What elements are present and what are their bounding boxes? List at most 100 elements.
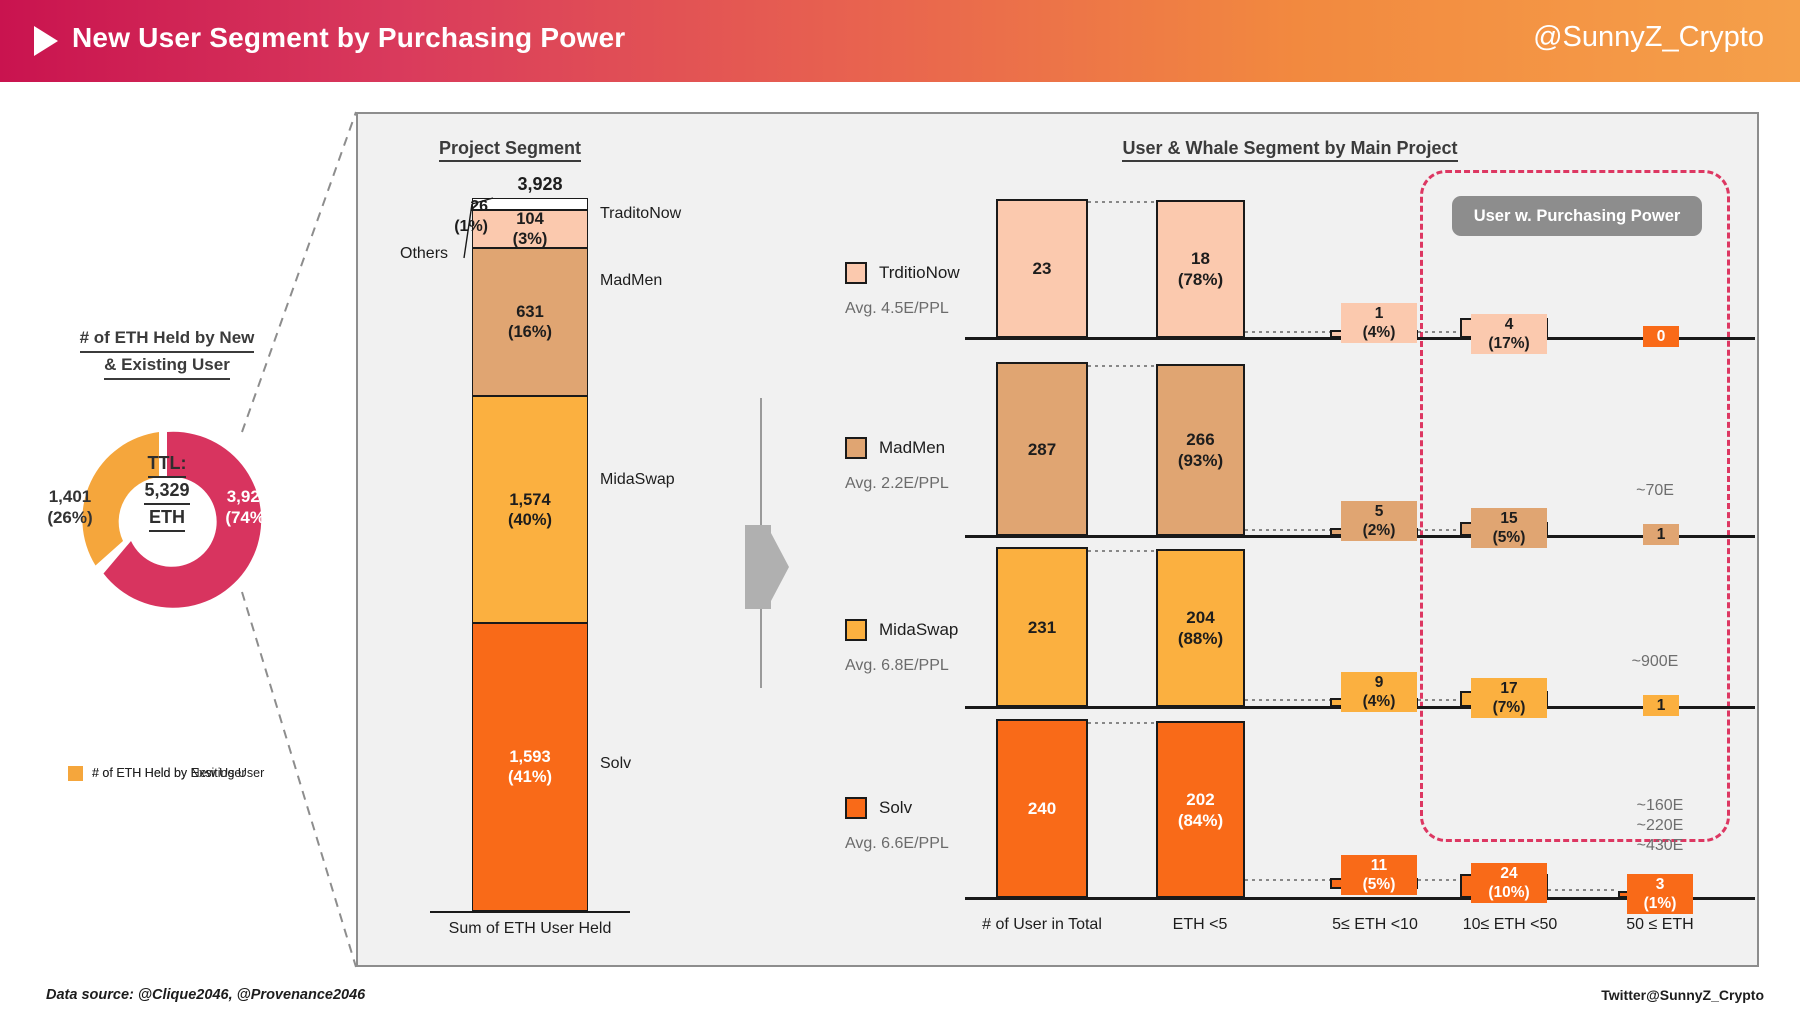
x-axis-label-4: 50 ≤ ETH (1626, 916, 1694, 933)
row-legend-midaswap: MidaSwap (845, 619, 958, 641)
bar-value-solv-eth-lt5: 202 (1186, 789, 1215, 809)
chip-midaswap-eth-gte50: 1 (1643, 695, 1679, 716)
stack-midaswap-value: 1,574 (509, 490, 551, 509)
row-avg-madmen: Avg. 2.2E/PPL (845, 475, 949, 492)
chip-solv-eth-gte50: 3 (1%) (1627, 874, 1693, 914)
stack-name-madmen: MadMen (600, 272, 663, 289)
page-title: New User Segment by Purchasing Power (72, 22, 626, 53)
donut-center-ttl: TTL: (147, 451, 187, 478)
stack-axis-label: Sum of ETH User Held (448, 920, 612, 937)
row-legend-trditionow: TrditioNow (845, 262, 960, 284)
bar-pct-midaswap-eth-lt5: (88%) (1177, 629, 1224, 648)
stack-traditonow-value: 104 (516, 210, 544, 228)
donut-title-line1: # of ETH Held by New (79, 326, 255, 353)
x-axis-label-1: ETH <5 (1172, 916, 1228, 933)
annotation-madmen-0: ~70E (1636, 482, 1674, 499)
legend-label-existing-user: # of ETH Held by Exsiting User (92, 765, 265, 780)
bar-pct-solv-eth-lt5: (84%) (1177, 810, 1224, 830)
bar-solv-total: 240 (996, 719, 1088, 898)
x-axis-label-0: # of User in Total (982, 916, 1102, 933)
stack-traditonow-pct: (3%) (512, 230, 548, 248)
stack-segment-solv: 1,593 (41%) (472, 623, 588, 911)
chip-trditionow-eth-5to10: 1 (4%) (1341, 303, 1417, 343)
stack-segment-madmen: 631 (16%) (472, 248, 588, 396)
chip-midaswap-eth-5to10: 9 (4%) (1341, 672, 1417, 712)
stack-others-value: 26 (470, 198, 488, 215)
bar-trditionow-total: 23 (996, 199, 1088, 338)
bar-midaswap-eth-lt5: 204 (88%) (1156, 549, 1245, 707)
stack-name-solv: Solv (600, 755, 632, 772)
bar-value-trditionow-total: 23 (1032, 259, 1052, 278)
donut-new-user-pct: (74%) (225, 508, 271, 527)
stack-madmen-pct: (16%) (507, 323, 552, 341)
bar-value-solv-total: 240 (1027, 799, 1057, 818)
bar-madmen-total: 287 (996, 362, 1088, 536)
chip-trditionow-eth-10to50: 4 (17%) (1471, 314, 1547, 354)
bar-midaswap-total: 231 (996, 547, 1088, 707)
legend-swatch-trditionow (845, 262, 867, 284)
annotation-solv-1: ~220E (1636, 817, 1684, 834)
chip-madmen-eth-gte50: 1 (1643, 524, 1679, 545)
donut-center-value: 5,329 (144, 478, 190, 505)
stack-midaswap-pct: (40%) (507, 510, 552, 529)
row-legend-solv: Solv (845, 797, 912, 819)
flow-arrow-icon (745, 525, 789, 609)
donut-existing-user-value: 1,401 (48, 487, 92, 506)
project-segment-title: Project Segment (400, 138, 620, 162)
row-avg-trditionow: Avg. 4.5E/PPL (845, 300, 949, 317)
bar-value-midaswap-eth-lt5: 204 (1186, 608, 1215, 627)
purchasing-power-highlight-box (1420, 170, 1730, 842)
x-axis-label-3: 10≤ ETH <50 (1462, 916, 1558, 933)
bar-madmen-eth-lt5: 266 (93%) (1156, 364, 1245, 536)
row-legend-madmen: MadMen (845, 437, 945, 459)
chip-solv-eth-5to10: 11 (5%) (1341, 855, 1417, 895)
donut-center-unit: ETH (149, 505, 185, 532)
bar-trditionow-eth-lt5: 18 (78%) (1156, 200, 1245, 338)
chip-trditionow-eth-gte50: 0 (1643, 326, 1679, 347)
donut-label-new-user: 3,928 (74%) (215, 486, 281, 528)
bar-value-madmen-eth-lt5: 266 (1186, 430, 1215, 449)
chip-midaswap-eth-10to50: 17 (7%) (1471, 678, 1547, 718)
author-handle: @SunnyZ_Crypto (1533, 21, 1764, 53)
donut-label-existing-user: 1,401 (26%) (37, 486, 103, 528)
legend-swatch-midaswap (845, 619, 867, 641)
annotation-solv-group: ~160E ~220E ~430E (1600, 796, 1720, 856)
chip-madmen-eth-5to10: 5 (2%) (1341, 501, 1417, 541)
annotation-solv-2: ~430E (1636, 837, 1684, 854)
donut-chart-title: # of ETH Held by New & Existing User (52, 326, 282, 380)
donut-title-line2: & Existing User (104, 353, 230, 380)
legend-swatch-existing-user (68, 765, 83, 781)
purchasing-power-badge: User w. Purchasing Power (1452, 196, 1702, 236)
stack-others-callout: 26 (1%) (428, 197, 488, 237)
legend-label-madmen: MadMen (879, 438, 946, 457)
donut-existing-user-pct: (26%) (47, 508, 93, 527)
page-header: New User Segment by Purchasing Power @Su… (0, 0, 1800, 82)
stack-segment-traditonow: 104 (3%) (472, 210, 588, 248)
stack-segment-midaswap: 1,574 (40%) (472, 396, 588, 623)
user-whale-segment-title: User & Whale Segment by Main Project (1020, 138, 1560, 162)
donut-new-user-value: 3,928 (226, 487, 270, 506)
legend-label-trditionow: TrditioNow (879, 263, 960, 282)
stack-total-label: 3,928 (517, 174, 563, 194)
bar-value-trditionow-eth-lt5: 18 (1191, 249, 1210, 268)
bar-pct-trditionow-eth-lt5: (78%) (1177, 270, 1224, 289)
legend-swatch-madmen (845, 437, 867, 459)
stack-name-traditonow: TraditoNow (600, 205, 682, 222)
play-triangle-icon (34, 26, 58, 56)
footer-credit: Twitter@SunnyZ_Crypto (1601, 987, 1764, 1003)
annotation-solv-0: ~160E (1636, 797, 1684, 814)
chip-solv-eth-10to50: 24 (10%) (1471, 863, 1547, 903)
stack-madmen-value: 631 (516, 303, 544, 321)
chip-madmen-eth-10to50: 15 (5%) (1471, 508, 1547, 548)
legend-label-midaswap: MidaSwap (879, 620, 959, 639)
stack-baseline (430, 911, 630, 913)
stack-others-pct: (1%) (454, 218, 488, 235)
row-avg-solv: Avg. 6.6E/PPL (845, 835, 949, 852)
annotation-midaswap-0: ~900E (1631, 653, 1679, 670)
row-avg-midaswap: Avg. 6.8E/PPL (845, 657, 949, 674)
stack-solv-pct: (41%) (507, 768, 552, 786)
stack-name-midaswap: MidaSwap (600, 471, 675, 488)
bar-value-midaswap-total: 231 (1027, 617, 1057, 637)
legend-swatch-solv (845, 797, 867, 819)
legend-label-solv: Solv (879, 798, 913, 817)
